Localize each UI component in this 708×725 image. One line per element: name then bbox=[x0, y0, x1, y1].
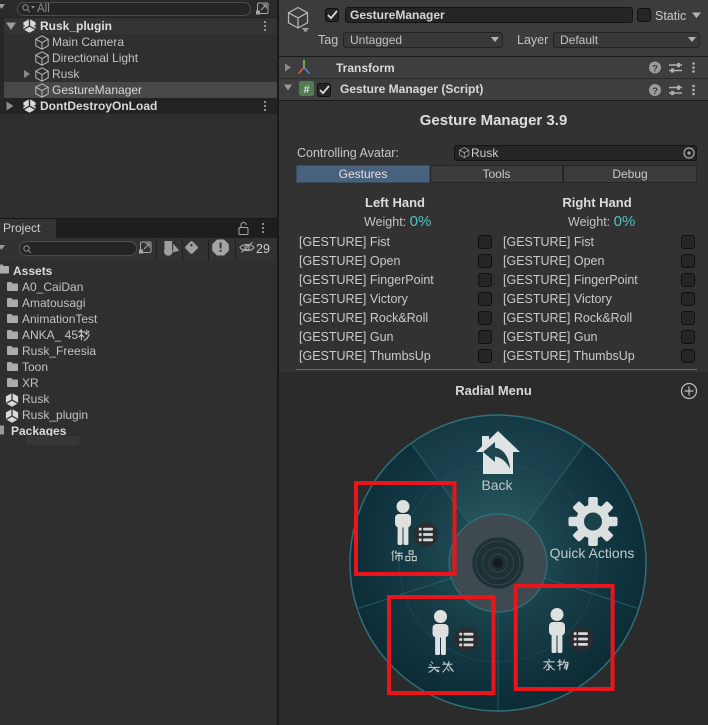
svg-text:Quick Actions: Quick Actions bbox=[550, 545, 635, 561]
svg-text:#: # bbox=[303, 84, 309, 96]
svg-text:Back: Back bbox=[481, 477, 513, 493]
svg-text:?: ? bbox=[652, 64, 658, 75]
svg-text:?: ? bbox=[652, 86, 658, 97]
